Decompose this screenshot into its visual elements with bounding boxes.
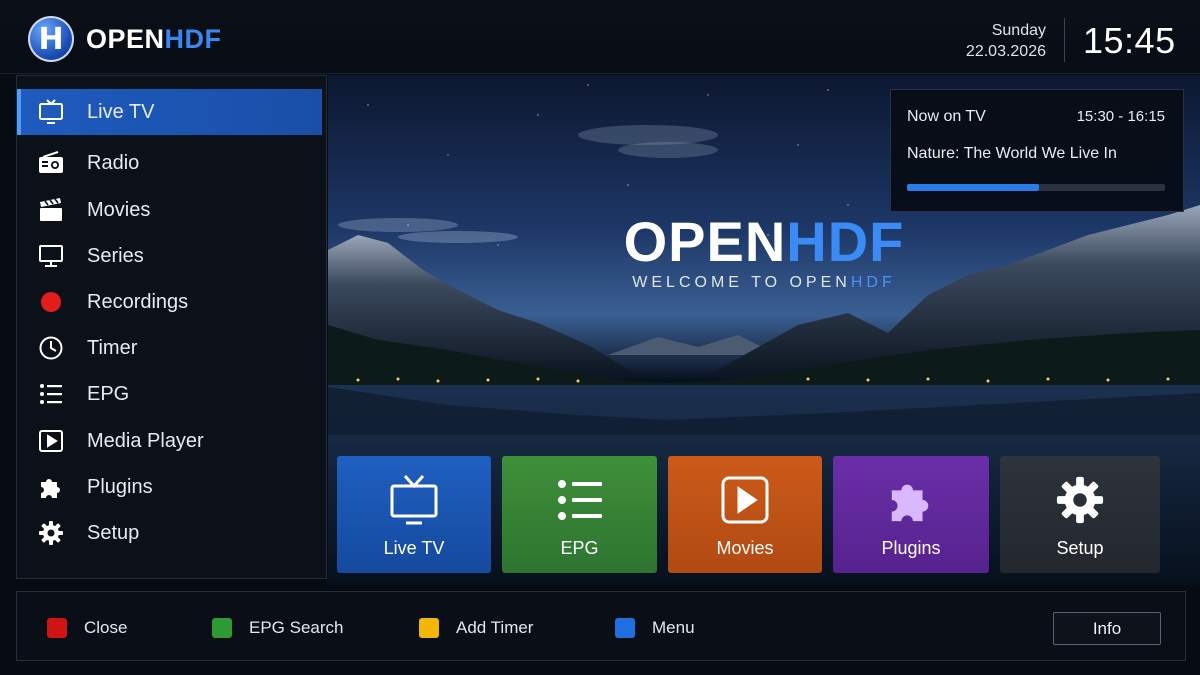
brand-name: OPENHDF bbox=[86, 24, 222, 55]
date-display: Sunday 22.03.2026 bbox=[966, 20, 1046, 62]
play-square-icon bbox=[719, 474, 771, 526]
gear-icon bbox=[1054, 474, 1106, 526]
sidebar-item-epg[interactable]: EPG bbox=[17, 371, 322, 417]
program-progress-bar bbox=[907, 184, 1165, 191]
main-menu-sidebar: Live TV Radio Movies Series Recordings T… bbox=[16, 75, 327, 579]
sidebar-item-label: EPG bbox=[87, 382, 130, 405]
gear-icon bbox=[37, 519, 65, 547]
hero-subtitle-main: WELCOME TO OPEN bbox=[632, 274, 851, 291]
tv-icon bbox=[388, 474, 440, 526]
blue-key-menu[interactable]: Menu bbox=[615, 618, 695, 638]
blue-key-icon bbox=[615, 618, 635, 638]
list-icon bbox=[554, 474, 606, 526]
green-key-icon bbox=[212, 618, 232, 638]
yellow-key-add-timer[interactable]: Add Timer bbox=[419, 618, 533, 638]
info-button[interactable]: Info bbox=[1053, 612, 1161, 645]
sidebar-item-label: Series bbox=[87, 244, 144, 267]
now-on-tv-panel[interactable]: Now on TV 15:30 - 16:15 Nature: The Worl… bbox=[890, 89, 1184, 212]
play-square-icon bbox=[37, 427, 65, 455]
sidebar-item-label: Radio bbox=[87, 151, 140, 174]
sidebar-item-label: Recordings bbox=[87, 290, 189, 313]
program-title: Nature: The World We Live In bbox=[907, 145, 1117, 162]
hero-brand-title: OPENHDF bbox=[328, 209, 1200, 274]
key-label: Menu bbox=[652, 618, 695, 637]
hero-title-open: OPEN bbox=[623, 210, 787, 273]
tile-label: EPG bbox=[560, 538, 599, 558]
tv-icon bbox=[37, 98, 65, 126]
logo-badge-icon: H bbox=[28, 16, 74, 62]
monitor-icon bbox=[37, 242, 65, 270]
program-time-range: 15:30 - 16:15 bbox=[1076, 108, 1165, 125]
calendar-date: 22.03.2026 bbox=[965, 43, 1046, 60]
sidebar-item-series[interactable]: Series bbox=[17, 233, 322, 279]
hero-title-hdf: HDF bbox=[786, 210, 905, 273]
hero-welcome-subtitle: WELCOME TO OPENHDF bbox=[328, 274, 1200, 292]
sidebar-item-timer[interactable]: Timer bbox=[17, 325, 322, 371]
tile-label: Setup bbox=[1056, 538, 1104, 558]
brand-part-hdf: HDF bbox=[164, 23, 222, 54]
hero-subtitle-hdf: HDF bbox=[850, 274, 896, 291]
sidebar-item-movies[interactable]: Movies bbox=[17, 187, 322, 233]
sidebar-item-label: Media Player bbox=[87, 429, 204, 452]
tile-setup[interactable]: Setup bbox=[1000, 456, 1160, 573]
red-key-icon bbox=[47, 618, 67, 638]
yellow-key-icon bbox=[419, 618, 439, 638]
tile-live-tv[interactable]: Live TV bbox=[337, 456, 491, 573]
list-icon bbox=[37, 380, 65, 408]
tile-plugins[interactable]: Plugins bbox=[833, 456, 989, 573]
sidebar-item-label: Plugins bbox=[87, 475, 153, 498]
sidebar-item-radio[interactable]: Radio bbox=[17, 140, 322, 186]
now-on-tv-label: Now on TV bbox=[907, 108, 986, 125]
clapperboard-icon bbox=[37, 196, 65, 224]
sidebar-item-label: Setup bbox=[87, 521, 140, 544]
program-progress-fill bbox=[907, 184, 1039, 191]
puzzle-icon bbox=[37, 473, 65, 501]
sidebar-item-label: Movies bbox=[87, 198, 151, 221]
color-key-bar: Close EPG Search Add Timer Menu Info bbox=[16, 591, 1186, 661]
tile-movies[interactable]: Movies bbox=[668, 456, 822, 573]
tile-label: Live TV bbox=[383, 538, 445, 558]
sidebar-item-recordings[interactable]: Recordings bbox=[17, 279, 322, 325]
puzzle-icon bbox=[885, 474, 937, 526]
sidebar-item-media-player[interactable]: Media Player bbox=[17, 418, 322, 464]
key-label: Add Timer bbox=[456, 618, 534, 637]
key-label: EPG Search bbox=[249, 618, 344, 637]
radio-icon bbox=[37, 149, 65, 177]
tile-label: Plugins bbox=[881, 538, 941, 558]
sidebar-item-label: Timer bbox=[87, 336, 138, 359]
record-dot-icon bbox=[37, 288, 65, 316]
green-key-epg-search[interactable]: EPG Search bbox=[212, 618, 344, 638]
sidebar-item-label: Live TV bbox=[87, 100, 155, 123]
sidebar-item-setup[interactable]: Setup bbox=[17, 510, 322, 556]
day-of-week: Sunday bbox=[991, 22, 1046, 39]
sidebar-item-plugins[interactable]: Plugins bbox=[17, 464, 322, 510]
red-key-close[interactable]: Close bbox=[47, 618, 127, 638]
clock: 15:45 bbox=[1083, 20, 1176, 61]
sidebar-item-live-tv[interactable]: Live TV bbox=[17, 89, 322, 135]
header-divider bbox=[1064, 18, 1065, 62]
tile-epg[interactable]: EPG bbox=[502, 456, 657, 573]
logo-mark: H bbox=[38, 21, 64, 57]
openhdf-logo: H OPENHDF bbox=[28, 16, 222, 62]
brand-part-open: OPEN bbox=[86, 23, 165, 54]
key-label: Close bbox=[84, 618, 128, 637]
top-bar: H OPENHDF Sunday 22.03.2026 15:45 bbox=[0, 0, 1200, 74]
tile-label: Movies bbox=[716, 538, 774, 558]
clock-icon bbox=[37, 334, 65, 362]
